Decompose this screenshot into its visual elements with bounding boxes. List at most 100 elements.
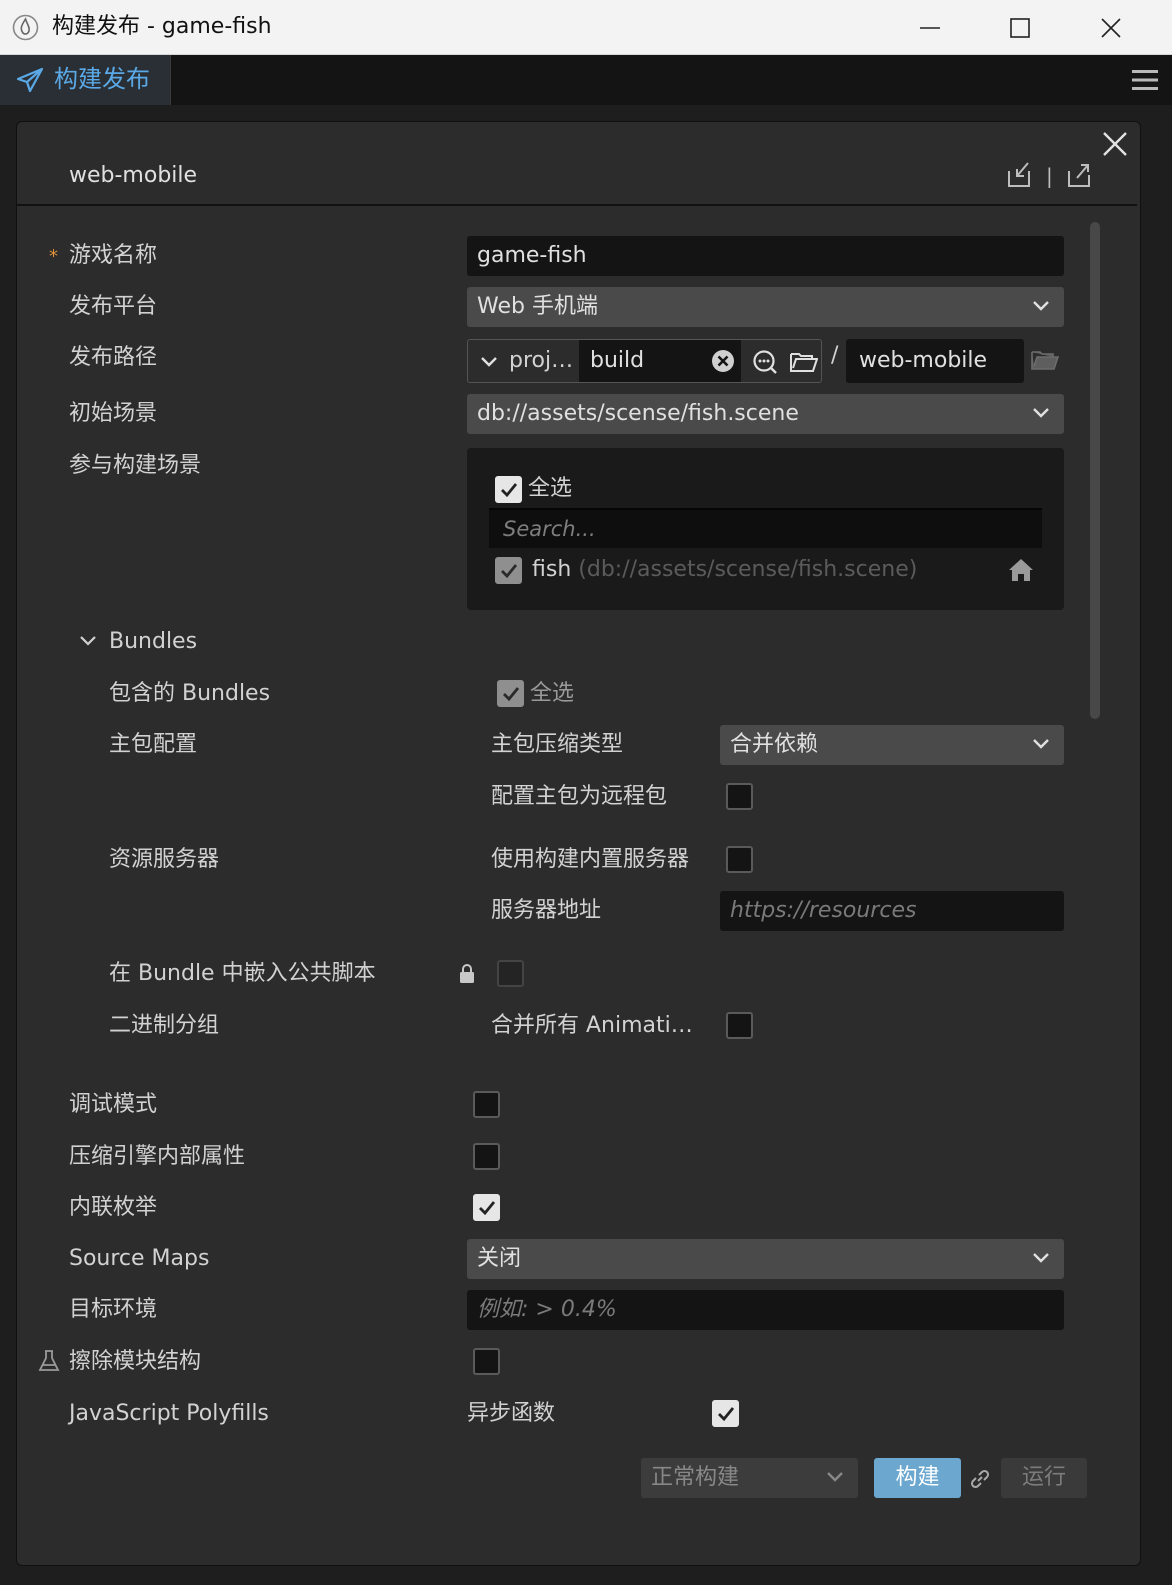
merge-animations-checkbox[interactable] <box>726 1012 753 1039</box>
build-mode-value: 正常构建 <box>651 1465 740 1490</box>
window-close-button[interactable] <box>1066 0 1156 55</box>
start-scene-value: db://assets/scense/fish.scene <box>477 401 799 426</box>
required-mark: * <box>49 246 58 267</box>
checkmark-icon <box>501 483 518 498</box>
start-scene-label: 初始场景 <box>69 401 158 426</box>
path-subfolder-input[interactable]: web-mobile <box>846 339 1024 383</box>
search-icon[interactable] <box>752 349 778 375</box>
binary-group-label: 二进制分组 <box>109 1013 220 1038</box>
platform-select[interactable]: Web 手机端 <box>467 287 1064 327</box>
scene-item[interactable]: fish (db://assets/scense/fish.scene) <box>532 556 917 584</box>
build-path-label: 发布路径 <box>69 345 158 370</box>
target-env-input[interactable]: 例如: > 0.4% <box>467 1290 1064 1330</box>
main-config-label: 主包配置 <box>109 732 198 757</box>
compress-type-select[interactable]: 合并依赖 <box>720 725 1064 765</box>
mangle-properties-label: 压缩引擎内部属性 <box>69 1144 246 1169</box>
remote-bundle-checkbox[interactable] <box>726 783 753 810</box>
checkmark-icon <box>479 1201 496 1216</box>
chevron-down-icon <box>827 1472 843 1482</box>
build-dialog: web-mobile | * 游戏名称 game-fish 发布平台 Web 手… <box>16 121 1141 1566</box>
resource-server-label: 资源服务器 <box>109 847 220 872</box>
polyfills-label: JavaScript Polyfills <box>69 1401 269 1426</box>
build-path-group: proj… build <box>467 339 822 383</box>
lock-icon <box>460 964 474 983</box>
scene-search-input[interactable]: Search... <box>489 508 1042 548</box>
chevron-down-icon <box>1033 1253 1049 1263</box>
tab-label: 构建发布 <box>54 65 150 93</box>
path-prefix[interactable]: proj… <box>509 347 579 375</box>
scrollbar-thumb[interactable] <box>1090 222 1100 719</box>
chevron-down-icon[interactable] <box>79 634 97 648</box>
source-maps-label: Source Maps <box>69 1246 210 1271</box>
compress-type-value: 合并依赖 <box>730 732 819 757</box>
path-folder-input[interactable]: build <box>579 340 741 382</box>
scene-item-name: fish <box>532 557 572 582</box>
build-button[interactable]: 构建 <box>874 1458 961 1498</box>
game-name-input[interactable]: game-fish <box>467 236 1064 276</box>
platform-title: web-mobile <box>69 163 198 188</box>
debug-mode-checkbox[interactable] <box>473 1091 500 1118</box>
paper-plane-icon <box>16 67 44 93</box>
erase-module-checkbox[interactable] <box>473 1348 500 1375</box>
scene-list-box: 全选 Search... fish (db://assets/scense/fi… <box>467 448 1064 610</box>
close-icon <box>1101 17 1121 38</box>
embed-scripts-label: 在 Bundle 中嵌入公共脚本 <box>109 961 376 986</box>
home-icon[interactable] <box>1008 558 1034 582</box>
erase-module-label: 擦除模块结构 <box>69 1349 202 1374</box>
compress-type-label: 主包压缩类型 <box>491 732 624 757</box>
scenes-label: 参与构建场景 <box>69 453 202 478</box>
window-title: 构建发布 - game-fish <box>52 14 272 39</box>
source-maps-select[interactable]: 关闭 <box>467 1239 1064 1279</box>
scene-item-checkbox[interactable] <box>495 557 522 584</box>
start-scene-select[interactable]: db://assets/scense/fish.scene <box>467 394 1064 434</box>
select-all-bundles-label: 全选 <box>530 681 575 706</box>
checkmark-icon <box>503 687 520 702</box>
header-separator: | <box>1046 164 1053 188</box>
builtin-server-checkbox[interactable] <box>726 846 753 873</box>
inline-enum-label: 内联枚举 <box>69 1195 158 1220</box>
select-all-scenes-checkbox[interactable] <box>495 476 522 503</box>
header-divider <box>17 204 1137 206</box>
source-maps-value: 关闭 <box>477 1246 522 1271</box>
window-titlebar: 构建发布 - game-fish <box>0 0 1172 55</box>
clear-icon[interactable] <box>711 349 735 373</box>
platform-value: Web 手机端 <box>477 294 598 319</box>
tab-build[interactable]: 构建发布 <box>0 55 171 105</box>
folder-open-icon[interactable] <box>1031 349 1059 371</box>
link-icon[interactable] <box>968 1467 992 1491</box>
checkmark-icon <box>501 564 518 579</box>
async-functions-checkbox[interactable] <box>712 1400 739 1427</box>
app-logo-icon <box>12 14 39 41</box>
target-env-label: 目标环境 <box>69 1297 158 1322</box>
hamburger-menu-icon[interactable] <box>1132 69 1158 91</box>
builtin-server-label: 使用构建内置服务器 <box>491 847 690 872</box>
chevron-down-icon <box>1033 408 1049 418</box>
platform-label: 发布平台 <box>69 294 158 319</box>
export-icon[interactable] <box>1066 161 1092 189</box>
build-mode-select[interactable]: 正常构建 <box>641 1458 858 1498</box>
minimize-button[interactable] <box>885 0 975 55</box>
bundles-section-header[interactable]: Bundles <box>109 628 197 656</box>
included-bundles-label: 包含的 Bundles <box>109 681 271 706</box>
minimize-icon <box>920 26 940 29</box>
embed-scripts-checkbox[interactable] <box>497 960 524 987</box>
remote-bundle-label: 配置主包为远程包 <box>491 784 668 809</box>
path-separator: / <box>831 343 839 368</box>
folder-open-icon[interactable] <box>790 351 818 373</box>
merge-animations-label: 合并所有 Animati… <box>491 1013 693 1038</box>
server-address-label: 服务器地址 <box>491 898 602 923</box>
maximize-button[interactable] <box>975 0 1065 55</box>
dialog-close-icon[interactable] <box>1101 130 1129 158</box>
path-folder-value: build <box>590 348 645 373</box>
run-button[interactable]: 运行 <box>1001 1458 1087 1498</box>
chevron-down-icon[interactable] <box>480 355 498 369</box>
server-address-input[interactable]: https://resources <box>720 891 1064 931</box>
select-all-bundles-checkbox[interactable] <box>497 680 524 707</box>
panel-tabbar: 构建发布 <box>0 55 1172 105</box>
import-icon[interactable] <box>1006 161 1032 189</box>
game-name-label: 游戏名称 <box>69 243 158 268</box>
mangle-properties-checkbox[interactable] <box>473 1143 500 1170</box>
maximize-icon <box>1010 17 1030 38</box>
select-all-label: 全选 <box>528 476 573 501</box>
inline-enum-checkbox[interactable] <box>473 1194 500 1221</box>
